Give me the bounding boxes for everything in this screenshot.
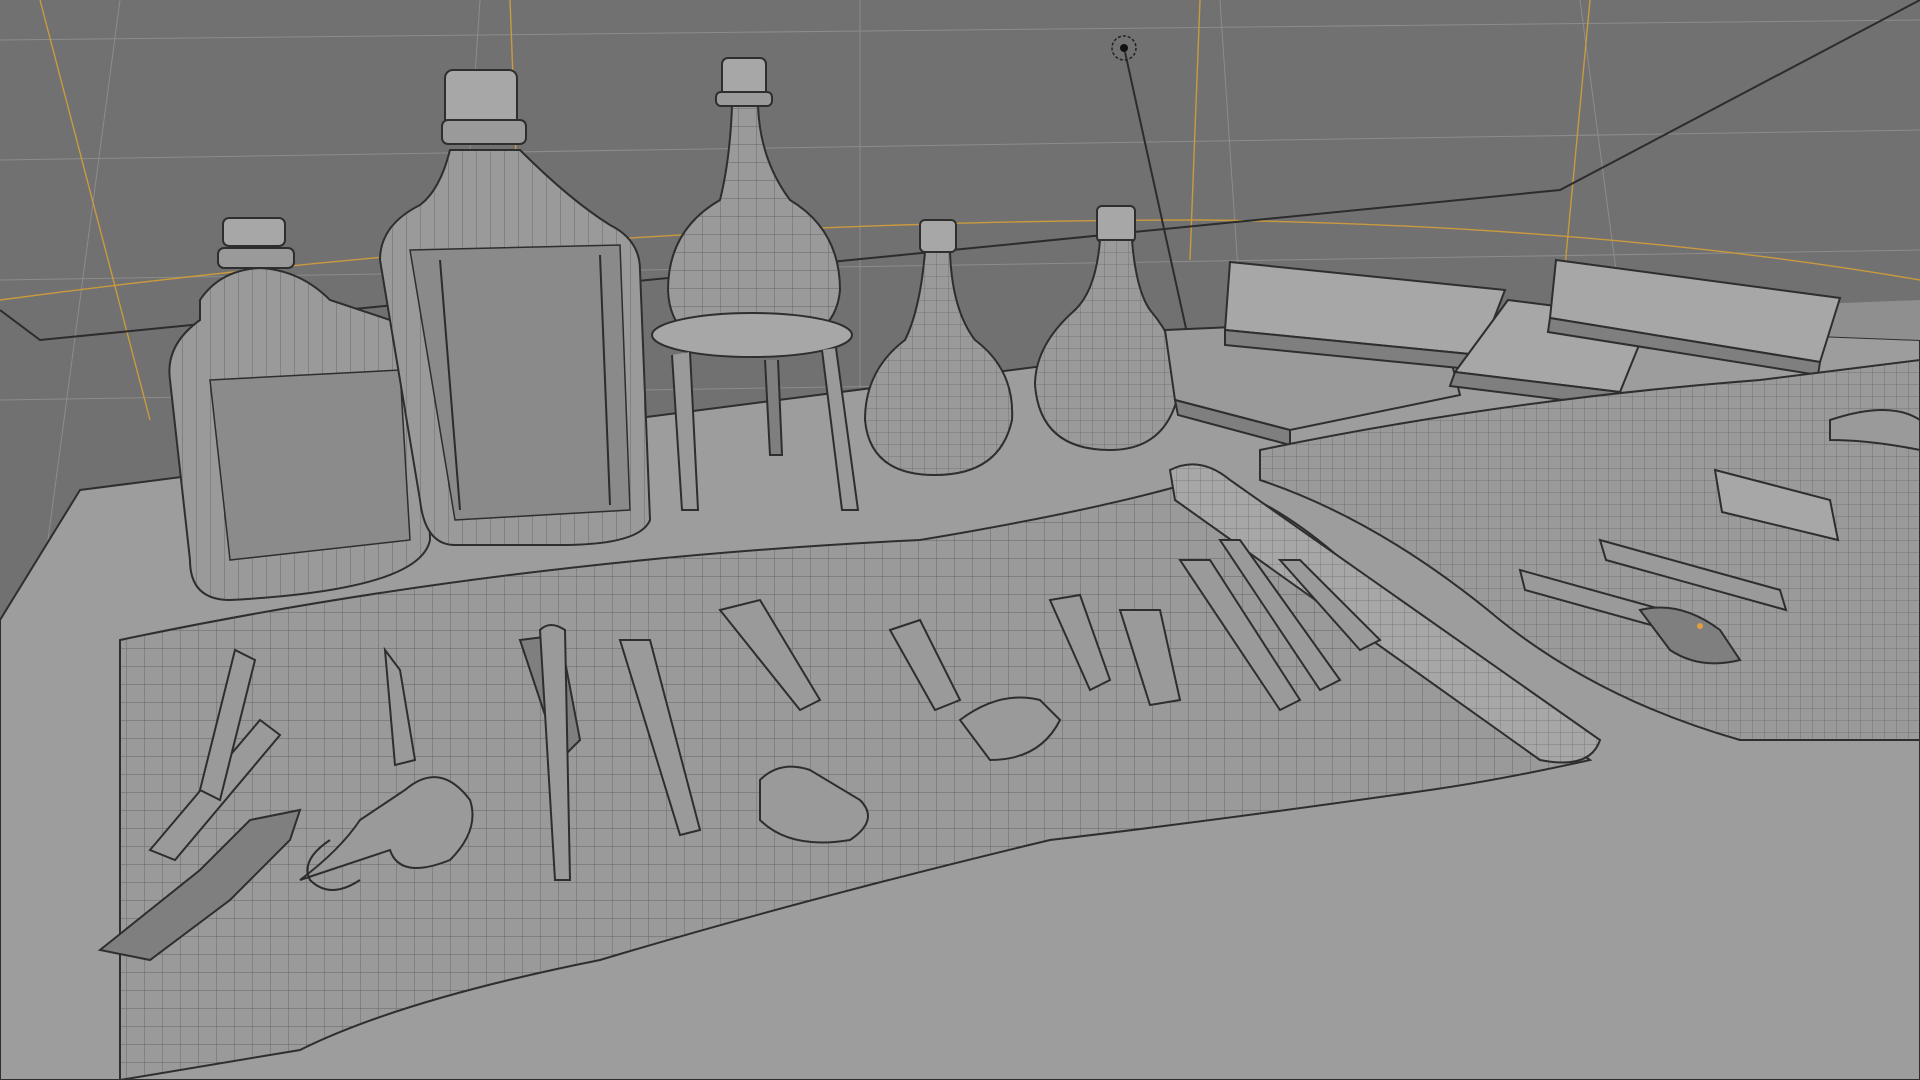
scene-render[interactable] (0, 0, 1920, 1080)
3d-viewport[interactable] (0, 0, 1920, 1080)
selected-vertex[interactable] (1697, 623, 1703, 629)
